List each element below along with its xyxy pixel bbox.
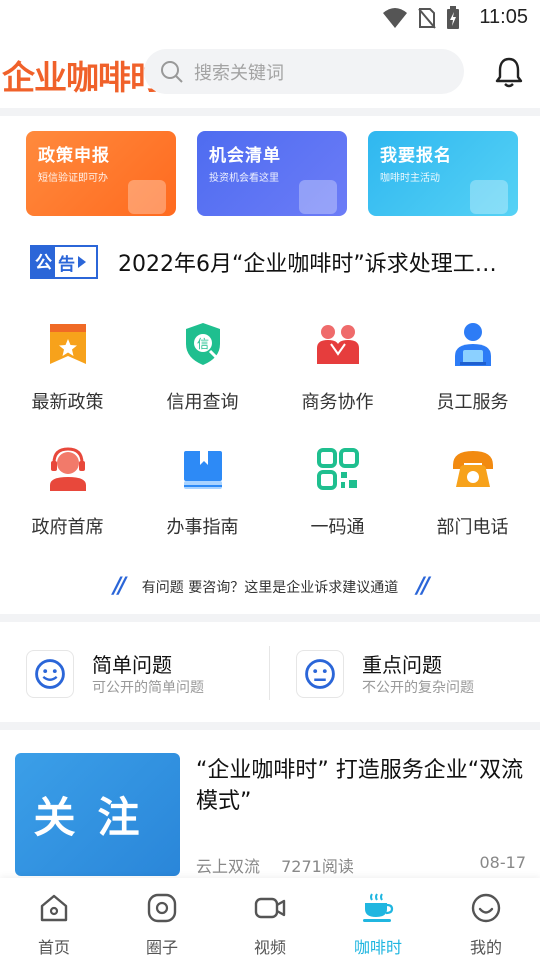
service-guide[interactable]: 办事指南: [135, 447, 270, 557]
nav-circle[interactable]: 圈子: [108, 892, 216, 958]
telephone-icon: [453, 451, 493, 487]
article-title: “企业咖啡时” 打造服务企业“双流模式”: [196, 758, 524, 814]
notice-tag-a: 公: [32, 247, 55, 277]
profile-smile-icon: [471, 893, 501, 923]
nav-label: 我的: [469, 938, 502, 957]
circle-icon: [147, 893, 177, 923]
video-icon: [254, 897, 286, 919]
question-separator: [269, 646, 270, 700]
nav-mine[interactable]: 我的: [432, 892, 540, 958]
business-people-icon: [317, 325, 359, 364]
credit-shield-icon: 信: [186, 323, 220, 365]
promo-card-opportunity-list[interactable]: 机会清单 投资机会看这里: [197, 131, 347, 216]
service-one-code[interactable]: 一码通: [270, 447, 405, 557]
simple-question-card[interactable]: 简单问题 可公开的简单问题: [26, 645, 276, 705]
search-icon: [161, 60, 183, 83]
svg-text:信: 信: [197, 337, 209, 351]
service-label: 信用查询: [166, 392, 239, 413]
nav-label: 咖啡时: [353, 938, 402, 957]
service-label: 最新政策: [31, 392, 104, 413]
question-title: 简单问题: [92, 653, 172, 677]
header: 企业咖啡时 搜索关键词: [0, 38, 540, 108]
promo-card-sign-up[interactable]: 我要报名 咖啡时主活动: [368, 131, 518, 216]
notice-bar[interactable]: 公 告 2022年6月“企业咖啡时”诉求处理工作情况通报: [30, 240, 530, 284]
coffee-icon: [363, 893, 394, 922]
promo-title: 我要报名: [380, 146, 452, 166]
wifi-icon: [383, 8, 407, 28]
key-question-card[interactable]: 重点问题 不公开的复杂问题: [296, 645, 540, 705]
smile-face-icon: [26, 650, 74, 698]
edit-icon: [470, 180, 508, 214]
app-logo[interactable]: 企业咖啡时: [2, 51, 163, 99]
service-latest-policy[interactable]: 最新政策: [0, 322, 135, 432]
battery-charging-icon: [447, 6, 459, 29]
bottom-nav: 首页 圈子 视频 咖啡时 我的: [0, 878, 540, 960]
service-credit-query[interactable]: 信 信用查询: [135, 322, 270, 432]
slash-decoration-icon: //: [113, 574, 126, 599]
service-department-phone[interactable]: 部门电话: [405, 447, 540, 557]
neutral-face-icon: [296, 650, 344, 698]
service-business-cooperation[interactable]: 商务协作: [270, 322, 405, 432]
article-date: 08-17: [479, 853, 527, 872]
notice-tag-b: 告: [58, 254, 75, 275]
consult-tagline[interactable]: // 有问题 要咨询？这里是企业诉求建议通道 //: [0, 574, 540, 599]
notice-tag: 公 告: [30, 245, 98, 279]
notice-text: 2022年6月“企业咖啡时”诉求处理工作情况通报: [118, 252, 510, 277]
nav-label: 视频: [253, 938, 286, 957]
home-icon: [40, 894, 68, 922]
promo-title: 政策申报: [38, 146, 110, 166]
article-thumbnail: 关注: [15, 753, 180, 876]
nav-label: 圈子: [145, 938, 178, 957]
divider: [0, 108, 540, 116]
promo-card-policy-apply[interactable]: 政策申报 短信验证即可办: [26, 131, 176, 216]
status-icons: [382, 6, 460, 30]
service-employee[interactable]: 员工服务: [405, 322, 540, 432]
bell-icon[interactable]: [494, 55, 524, 89]
question-subtitle: 不公开的复杂问题: [362, 680, 474, 696]
guide-book-icon: [184, 451, 222, 489]
tagline-text: 有问题 要咨询？这里是企业诉求建议通道: [141, 579, 399, 596]
article-reads: 7271阅读: [281, 857, 354, 876]
headset-agent-icon: [50, 447, 86, 491]
promo-title: 机会清单: [209, 146, 281, 166]
service-label: 员工服务: [436, 392, 509, 413]
no-sim-icon: [418, 8, 436, 29]
document-upload-icon: [128, 180, 166, 214]
status-bar: 11:05: [0, 0, 540, 38]
search-bar[interactable]: 搜索关键词: [144, 49, 464, 94]
policy-bookmark-icon: [50, 324, 86, 364]
service-government-chief[interactable]: 政府首席: [0, 447, 135, 557]
employee-icon: [455, 323, 491, 366]
list-icon: [299, 180, 337, 214]
question-subtitle: 可公开的简单问题: [92, 680, 204, 696]
article-meta: 云上双流 7271阅读: [196, 853, 354, 877]
nav-video[interactable]: 视频: [216, 892, 324, 958]
divider: [0, 722, 540, 730]
service-label: 一码通: [310, 517, 365, 538]
service-label: 商务协作: [301, 392, 374, 413]
question-title: 重点问题: [362, 653, 442, 677]
service-label: 办事指南: [166, 517, 239, 538]
search-placeholder: 搜索关键词: [194, 62, 284, 84]
slash-decoration-icon: //: [416, 574, 430, 599]
nav-coffee[interactable]: 咖啡时: [324, 892, 432, 958]
divider: [0, 614, 540, 622]
nav-label: 首页: [37, 938, 70, 957]
article-source: 云上双流: [196, 857, 261, 876]
arrow-icon: [78, 256, 86, 268]
nav-home[interactable]: 首页: [0, 892, 108, 958]
qr-code-icon: [317, 448, 359, 490]
service-label: 部门电话: [436, 517, 509, 538]
status-time: 11:05: [479, 6, 528, 28]
service-label: 政府首席: [31, 517, 104, 538]
